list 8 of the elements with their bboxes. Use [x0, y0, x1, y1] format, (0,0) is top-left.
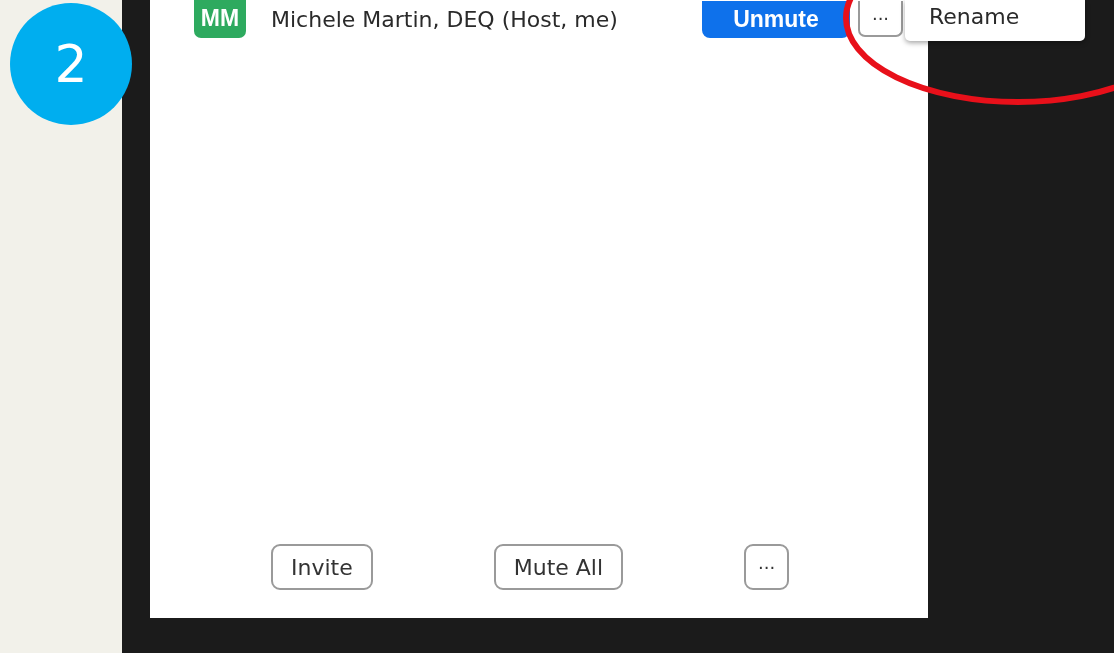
more-button[interactable]: ··· — [858, 1, 903, 37]
avatar-initials: MM — [194, 0, 246, 38]
footer-button[interactable]: Mute All — [493, 544, 624, 590]
unmute-button[interactable]: Unmute — [702, 0, 850, 38]
participant-name: Michele Martin, DEQ (Host, me) — [271, 6, 618, 32]
menu-item[interactable]: Rename — [905, 4, 1020, 41]
footer-button[interactable]: Invite — [271, 544, 373, 590]
more-button[interactable]: ··· — [744, 544, 790, 590]
